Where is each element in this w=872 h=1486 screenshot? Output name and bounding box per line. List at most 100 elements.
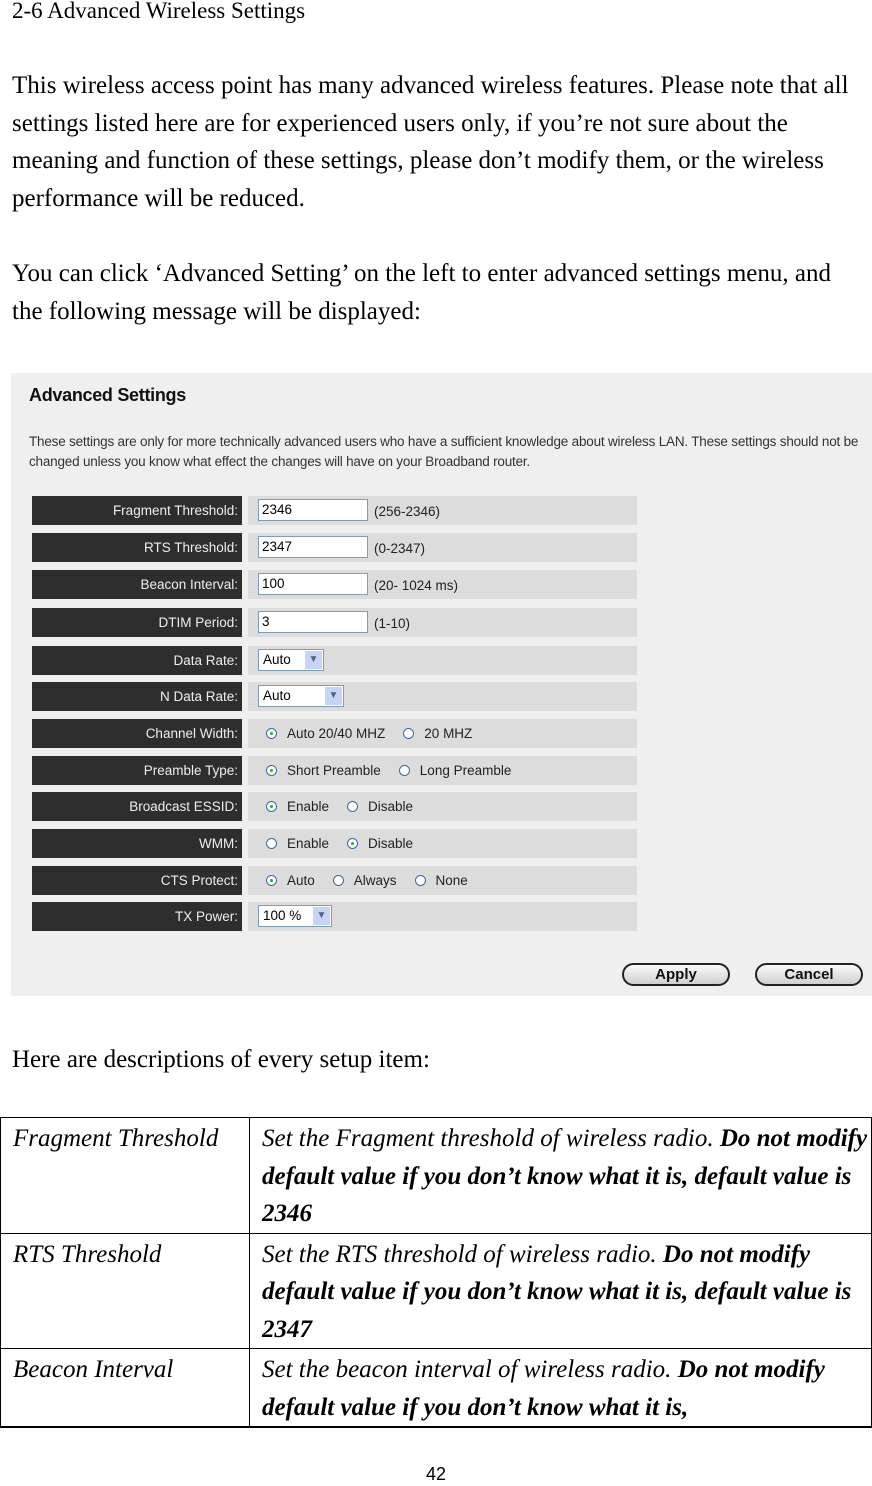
descriptions-intro: Here are descriptions of every setup ite… xyxy=(12,1046,430,1073)
description-text: Set the Fragment threshold of wireless r… xyxy=(262,1125,720,1152)
setting-name: RTS Threshold xyxy=(0,1232,250,1349)
row-rts-threshold: RTS Threshold: 2347 (0-2347) xyxy=(32,533,637,562)
tx-power-select[interactable]: 100 % ▼ xyxy=(258,905,332,927)
row-broadcast-essid: Broadcast ESSID: Enable Disable xyxy=(32,792,637,821)
intro-paragraph: This wireless access point has many adva… xyxy=(12,72,849,212)
radio-unchecked-icon[interactable] xyxy=(266,838,277,849)
page-number: 42 xyxy=(425,1464,447,1484)
rts-threshold-input[interactable]: 2347 xyxy=(258,536,368,558)
radio-cts-auto[interactable]: Auto xyxy=(266,873,315,888)
radio-20mhz[interactable]: 20 MHZ xyxy=(403,726,472,741)
description-text: Set the RTS threshold of wireless radio. xyxy=(262,1240,663,1268)
radio-short-preamble[interactable]: Short Preamble xyxy=(266,763,381,778)
radio-checked-icon[interactable] xyxy=(266,801,277,812)
radio-auto-20-40[interactable]: Auto 20/40 MHZ xyxy=(266,726,385,741)
selected-value: Auto xyxy=(263,688,291,703)
radio-unchecked-icon[interactable] xyxy=(332,875,344,886)
radio-checked-icon[interactable] xyxy=(266,728,277,739)
field-label: Preamble Type: xyxy=(32,756,242,785)
row-tx-power: TX Power: 100 % ▼ xyxy=(32,902,637,931)
radio-checked-icon[interactable] xyxy=(347,838,359,849)
radio-checked-icon[interactable] xyxy=(266,765,277,776)
radio-wmm-enable[interactable]: Enable xyxy=(266,836,329,851)
setting-description: Set the Fragment threshold of wireless r… xyxy=(249,1117,872,1234)
field-label: Beacon Interval: xyxy=(32,570,242,599)
cancel-button[interactable]: Cancel xyxy=(755,963,863,986)
range-hint: (20- 1024 ms) xyxy=(374,578,459,593)
radio-wmm-disable[interactable]: Disable xyxy=(347,836,413,851)
range-hint: (256-2346) xyxy=(374,504,441,519)
dtim-period-input[interactable]: 3 xyxy=(258,611,368,633)
field-label: Broadcast ESSID: xyxy=(32,792,242,821)
row-n-data-rate: N Data Rate: Auto ▼ xyxy=(32,682,637,711)
radio-label: Auto 20/40 MHZ xyxy=(287,726,386,741)
row-cts-protect: CTS Protect: Auto Always None xyxy=(32,866,637,895)
radio-label: Disable xyxy=(368,799,414,814)
radio-essid-enable[interactable]: Enable xyxy=(266,799,329,814)
preamble-type-radio-group: Short Preamble Long Preamble xyxy=(266,756,529,785)
row-data-rate: Data Rate: Auto ▼ xyxy=(32,646,637,675)
field-label: CTS Protect: xyxy=(32,866,242,895)
table-row: Beacon Interval Set the beacon interval … xyxy=(0,1348,872,1428)
range-hint: (0-2347) xyxy=(374,541,426,556)
field-label: TX Power: xyxy=(32,902,242,931)
field-label: Fragment Threshold: xyxy=(32,496,242,525)
panel-description: These settings are only for more technic… xyxy=(29,434,859,469)
field-label: RTS Threshold: xyxy=(32,533,242,562)
chevron-down-icon[interactable]: ▼ xyxy=(313,907,330,925)
row-beacon-interval: Beacon Interval: 100 (20- 1024 ms) xyxy=(32,570,637,599)
settings-description-table: Fragment Threshold Set the Fragment thre… xyxy=(0,1117,872,1428)
data-rate-select[interactable]: Auto ▼ xyxy=(258,649,324,671)
instruction-paragraph: You can click ‘Advanced Setting’ on the … xyxy=(12,260,831,325)
radio-cts-none[interactable]: None xyxy=(414,873,468,888)
setting-description: Set the beacon interval of wireless radi… xyxy=(249,1348,872,1428)
radio-unchecked-icon[interactable] xyxy=(347,801,359,812)
table-row: RTS Threshold Set the RTS threshold of w… xyxy=(0,1232,872,1349)
radio-label: Enable xyxy=(287,836,330,851)
field-label: Channel Width: xyxy=(32,719,242,748)
fragment-threshold-input[interactable]: 2346 xyxy=(258,499,368,521)
radio-unchecked-icon[interactable] xyxy=(403,728,415,739)
description-text: Set the beacon interval of wireless radi… xyxy=(262,1356,678,1383)
selected-value: 100 % xyxy=(263,908,302,923)
radio-unchecked-icon[interactable] xyxy=(414,875,426,886)
radio-long-preamble[interactable]: Long Preamble xyxy=(398,763,512,778)
row-channel-width: Channel Width: Auto 20/40 MHZ 20 MHZ xyxy=(32,719,637,748)
chevron-down-icon[interactable]: ▼ xyxy=(325,687,342,705)
n-data-rate-select[interactable]: Auto ▼ xyxy=(258,685,344,707)
channel-width-radio-group: Auto 20/40 MHZ 20 MHZ xyxy=(266,719,490,748)
row-wmm: WMM: Enable Disable xyxy=(32,829,637,858)
field-label: Data Rate: xyxy=(32,646,242,675)
radio-label: Disable xyxy=(368,836,414,851)
panel-title: Advanced Settings xyxy=(29,385,186,405)
radio-label: Auto xyxy=(287,873,315,888)
field-label: WMM: xyxy=(32,829,242,858)
selected-value: Auto xyxy=(263,652,291,667)
radio-label: Short Preamble xyxy=(287,763,381,778)
field-label: DTIM Period: xyxy=(32,608,242,637)
row-dtim-period: DTIM Period: 3 (1-10) xyxy=(32,608,637,637)
setting-name: Beacon Interval xyxy=(0,1348,250,1428)
table-row: Fragment Threshold Set the Fragment thre… xyxy=(0,1117,872,1234)
radio-label: Long Preamble xyxy=(419,763,512,778)
wmm-radio-group: Enable Disable xyxy=(266,829,431,858)
row-preamble-type: Preamble Type: Short Preamble Long Pream… xyxy=(32,756,637,785)
radio-label: 20 MHZ xyxy=(424,726,473,741)
setting-description: Set the RTS threshold of wireless radio.… xyxy=(249,1232,872,1349)
apply-button[interactable]: Apply xyxy=(622,963,730,986)
advanced-settings-screenshot: Advanced Settings These settings are onl… xyxy=(11,373,872,996)
radio-label: Enable xyxy=(287,799,330,814)
radio-checked-icon[interactable] xyxy=(266,875,277,886)
beacon-interval-input[interactable]: 100 xyxy=(258,573,368,595)
radio-unchecked-icon[interactable] xyxy=(398,765,410,776)
field-label: N Data Rate: xyxy=(32,682,242,711)
section-heading: 2-6 Advanced Wireless Settings xyxy=(12,0,306,23)
radio-essid-disable[interactable]: Disable xyxy=(347,799,413,814)
chevron-down-icon[interactable]: ▼ xyxy=(305,651,322,669)
radio-label: Always xyxy=(353,873,397,888)
broadcast-essid-radio-group: Enable Disable xyxy=(266,792,431,821)
radio-cts-always[interactable]: Always xyxy=(332,873,397,888)
row-fragment-threshold: Fragment Threshold: 2346 (256-2346) xyxy=(32,496,637,525)
range-hint: (1-10) xyxy=(374,616,411,631)
radio-label: None xyxy=(435,873,468,888)
